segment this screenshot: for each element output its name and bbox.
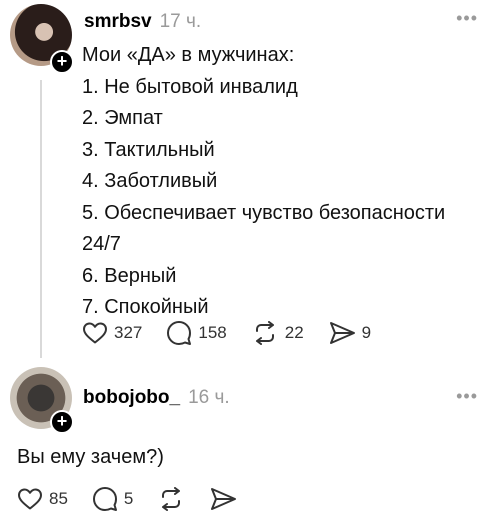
timestamp: 16 ч. <box>188 387 230 408</box>
like-count: 327 <box>114 323 143 342</box>
post-line: 2. Эмпат <box>82 107 163 129</box>
username[interactable]: smrbsv <box>84 11 152 33</box>
post-text: Мои «ДА» в мужчинах: 1. Не бытовой инвал… <box>82 40 492 324</box>
follow-plus-icon[interactable]: + <box>50 50 74 74</box>
action-bar: 327 158 22 9 <box>82 320 395 346</box>
repost-button[interactable] <box>157 487 185 511</box>
post-line: 7. Спокойный <box>82 296 209 318</box>
like-count: 85 <box>49 489 68 508</box>
timestamp: 17 ч. <box>159 11 202 32</box>
like-button[interactable]: 85 <box>17 487 68 511</box>
username[interactable]: bobojobo_ <box>83 387 180 409</box>
comment-icon <box>92 487 117 511</box>
reply-count: 158 <box>198 323 227 342</box>
repost-icon <box>255 321 274 345</box>
repost-icon <box>162 487 181 511</box>
thread-line <box>40 80 42 358</box>
post-line: 24/7 <box>82 233 121 255</box>
post-header: smrbsv 17 ч. <box>84 11 201 33</box>
repost-button[interactable]: 22 <box>251 321 304 345</box>
post-line: 1. Не бытовой инвалид <box>82 75 298 98</box>
reply-button[interactable]: 158 <box>166 320 227 346</box>
post-header: bobojobo_ 16 ч. <box>83 387 230 409</box>
heart-icon <box>18 488 42 510</box>
post-line: 5. Обеспечивает чувство безопасности <box>82 201 446 224</box>
more-dots-icon[interactable]: ••• <box>456 386 478 407</box>
post-line: 6. Верный <box>82 264 177 287</box>
send-icon <box>211 488 237 510</box>
like-button[interactable]: 327 <box>82 321 142 345</box>
share-count: 9 <box>361 323 372 342</box>
post-line: Мои «ДА» в мужчинах: <box>82 44 295 66</box>
post-line: Вы ему зачем?) <box>17 446 164 468</box>
more-dots-icon[interactable]: ••• <box>456 8 478 29</box>
action-bar: 85 5 <box>17 486 237 512</box>
post-line: 3. Тактильный <box>82 138 215 161</box>
post-line: 4. Заботливый <box>82 170 218 192</box>
reply-button[interactable]: 5 <box>92 486 133 512</box>
repost-count: 22 <box>284 323 304 342</box>
post-text: Вы ему зачем?) <box>17 442 487 474</box>
follow-plus-icon[interactable]: + <box>50 410 74 434</box>
share-button[interactable]: 9 <box>328 321 371 345</box>
comment-icon <box>167 321 192 345</box>
heart-icon <box>83 322 107 344</box>
share-button[interactable] <box>209 487 237 511</box>
send-icon <box>329 322 355 344</box>
reply-count: 5 <box>123 489 134 508</box>
